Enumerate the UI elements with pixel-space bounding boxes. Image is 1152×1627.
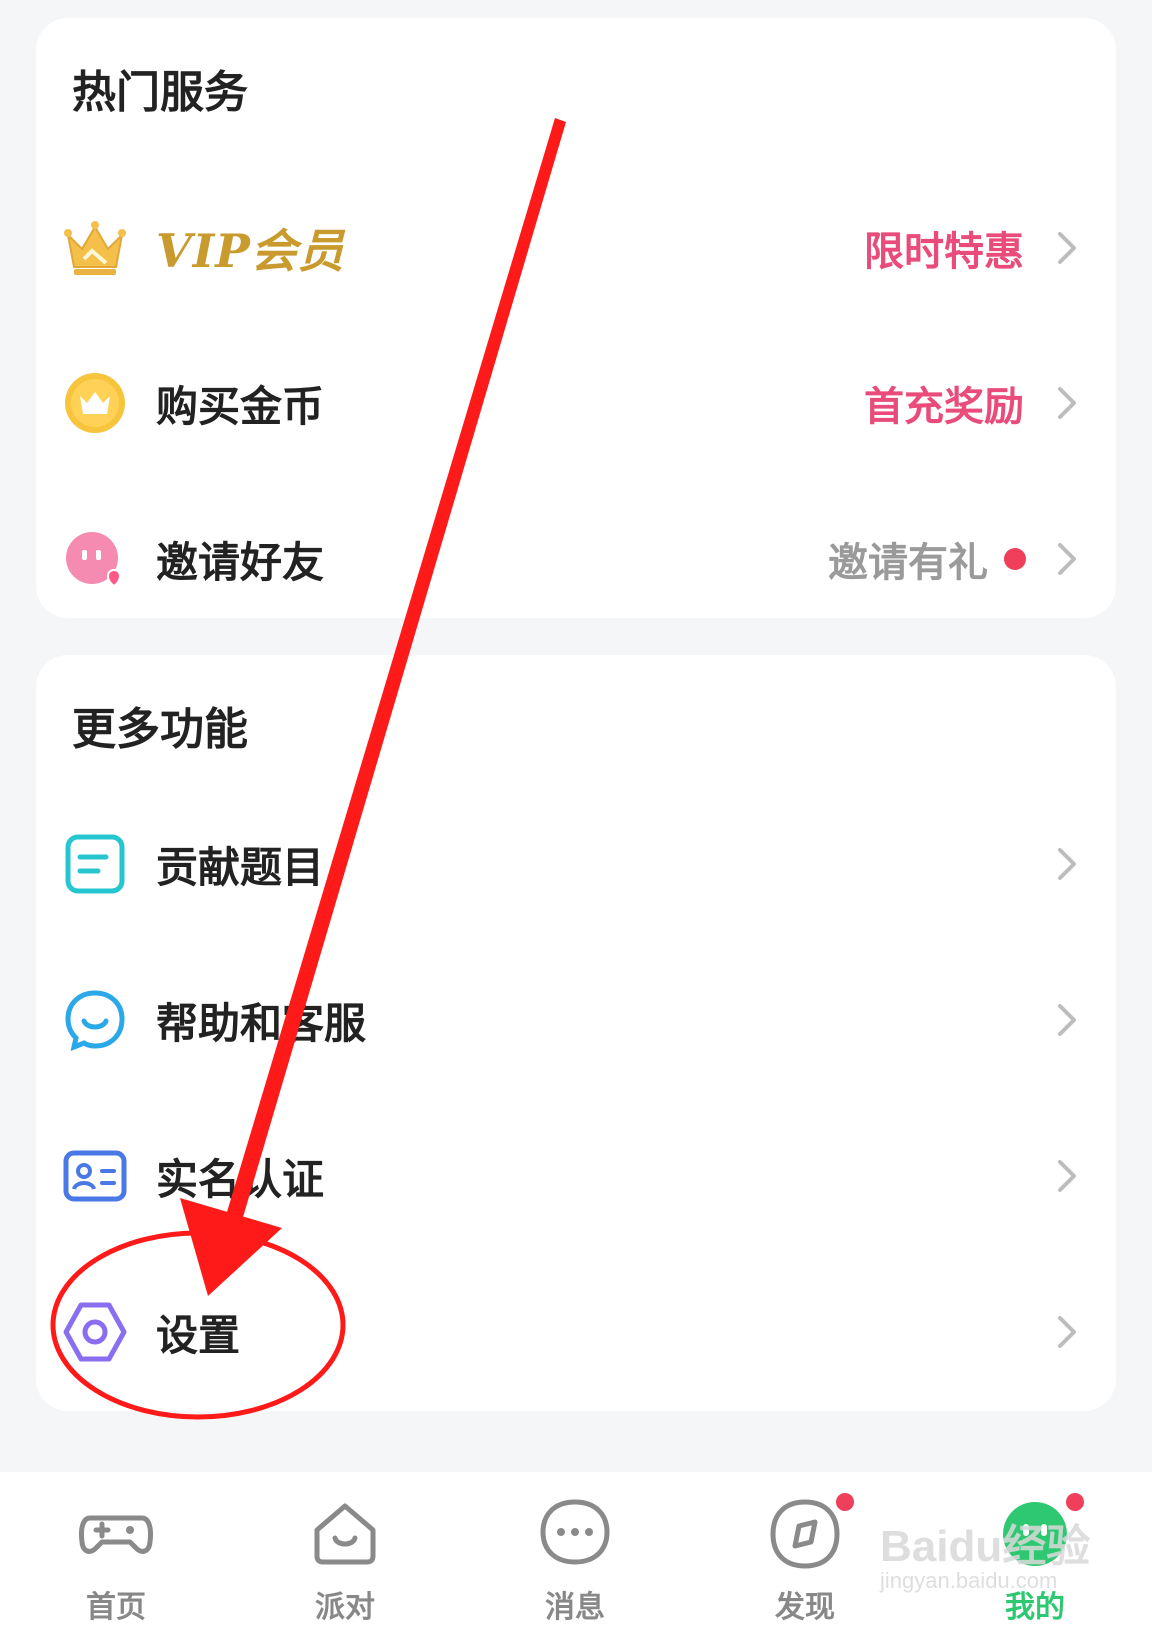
chevron-right-icon	[1046, 844, 1086, 884]
notification-dot	[1004, 548, 1026, 570]
help-service-row[interactable]: 帮助和客服	[36, 960, 1116, 1080]
vip-member-row[interactable]: VIP会员 限时特惠	[36, 188, 1116, 308]
chevron-right-icon	[1046, 539, 1086, 579]
document-icon	[62, 831, 128, 897]
invite-face-icon	[62, 526, 128, 592]
more-features-card: 更多功能 贡献题目 帮助和客服 实名认证 设置	[36, 655, 1116, 1411]
settings-label: 设置	[156, 1310, 241, 1360]
first-recharge-text: 首充奖励	[864, 384, 1024, 430]
tab-home-label: 首页	[86, 1590, 146, 1625]
settings-row[interactable]: 设置	[36, 1272, 1116, 1392]
chevron-right-icon	[1046, 1156, 1086, 1196]
invite-friends-label: 邀请好友	[156, 537, 325, 587]
tab-home[interactable]: 首页	[46, 1494, 186, 1625]
chevron-right-icon	[1046, 383, 1086, 423]
watermark-brand: Baidu经验	[880, 1522, 1091, 1571]
contribute-questions-label: 贡献题目	[156, 842, 325, 892]
tab-discover-label: 发现	[775, 1590, 835, 1625]
buy-coins-label: 购买金币	[156, 381, 325, 431]
invite-reward-text: 邀请有礼	[828, 540, 988, 586]
hot-services-card: 热门服务 VIP会员 限时特惠 购买金币 首充奖励 邀请好友 邀请有礼	[36, 18, 1116, 618]
message-dots-icon	[535, 1494, 615, 1574]
notification-badge	[833, 1490, 857, 1514]
buy-coins-row[interactable]: 购买金币 首充奖励	[36, 343, 1116, 463]
hot-services-title: 热门服务	[72, 67, 248, 118]
tab-discover[interactable]: 发现	[735, 1490, 875, 1625]
coin-crown-icon	[62, 370, 128, 436]
tab-messages-label: 消息	[545, 1590, 605, 1625]
tab-party[interactable]: 派对	[275, 1494, 415, 1625]
chevron-right-icon	[1046, 1312, 1086, 1352]
invite-friends-row[interactable]: 邀请好友 邀请有礼	[36, 499, 1116, 619]
hexagon-gear-icon	[62, 1299, 128, 1365]
more-features-title: 更多功能	[72, 704, 248, 755]
watermark-url: jingyan.baidu.com	[880, 1568, 1058, 1593]
party-house-icon	[305, 1494, 385, 1574]
vip-member-label: VIP会员	[156, 224, 345, 278]
help-service-label: 帮助和客服	[156, 998, 367, 1048]
baidu-watermark: Baidu经验 jingyan.baidu.com	[880, 1500, 1140, 1610]
chevron-right-icon	[1046, 1000, 1086, 1040]
limited-offer-text: 限时特惠	[864, 229, 1024, 275]
real-name-auth-label: 实名认证	[156, 1154, 325, 1204]
tab-party-label: 派对	[315, 1590, 375, 1625]
chevron-right-icon	[1046, 228, 1086, 268]
crown-icon	[62, 215, 128, 281]
gamepad-icon	[76, 1494, 156, 1574]
contribute-questions-row[interactable]: 贡献题目	[36, 804, 1116, 924]
chat-smile-icon	[62, 987, 128, 1053]
id-card-icon	[62, 1143, 128, 1209]
tab-messages[interactable]: 消息	[505, 1494, 645, 1625]
real-name-auth-row[interactable]: 实名认证	[36, 1116, 1116, 1236]
